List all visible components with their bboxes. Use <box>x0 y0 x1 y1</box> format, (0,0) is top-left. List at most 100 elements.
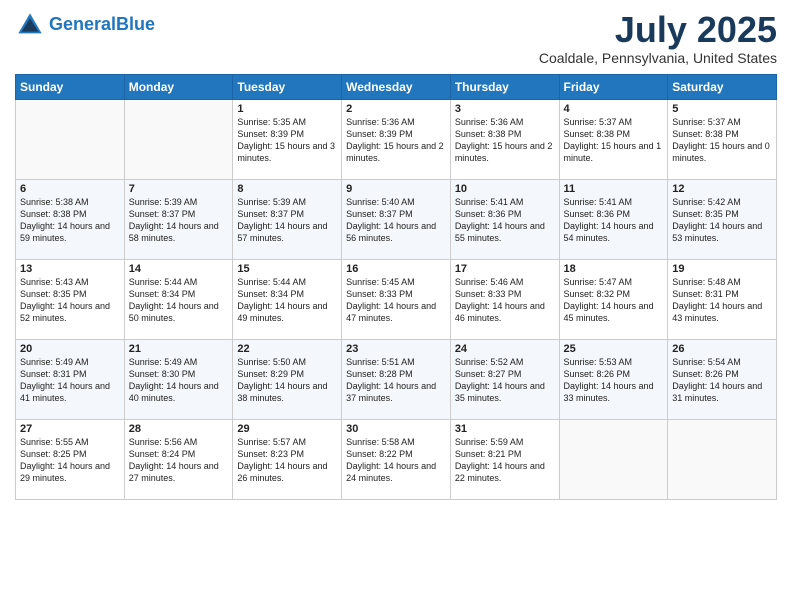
calendar-week: 13Sunrise: 5:43 AMSunset: 8:35 PMDayligh… <box>16 259 777 339</box>
calendar: SundayMondayTuesdayWednesdayThursdayFrid… <box>15 74 777 500</box>
calendar-cell: 29Sunrise: 5:57 AMSunset: 8:23 PMDayligh… <box>233 419 342 499</box>
day-number: 17 <box>455 263 555 275</box>
day-info: Sunrise: 5:39 AMSunset: 8:37 PMDaylight:… <box>129 196 229 245</box>
calendar-cell: 26Sunrise: 5:54 AMSunset: 8:26 PMDayligh… <box>668 339 777 419</box>
day-number: 4 <box>564 103 664 115</box>
day-number: 2 <box>346 103 446 115</box>
calendar-cell: 24Sunrise: 5:52 AMSunset: 8:27 PMDayligh… <box>450 339 559 419</box>
calendar-cell: 23Sunrise: 5:51 AMSunset: 8:28 PMDayligh… <box>342 339 451 419</box>
calendar-cell: 22Sunrise: 5:50 AMSunset: 8:29 PMDayligh… <box>233 339 342 419</box>
day-number: 30 <box>346 423 446 435</box>
day-of-week-header: Saturday <box>668 74 777 99</box>
calendar-cell: 31Sunrise: 5:59 AMSunset: 8:21 PMDayligh… <box>450 419 559 499</box>
day-info: Sunrise: 5:57 AMSunset: 8:23 PMDaylight:… <box>237 436 337 485</box>
day-info: Sunrise: 5:37 AMSunset: 8:38 PMDaylight:… <box>672 116 772 165</box>
day-number: 24 <box>455 343 555 355</box>
logo-icon <box>15 10 45 40</box>
day-number: 26 <box>672 343 772 355</box>
day-of-week-header: Friday <box>559 74 668 99</box>
calendar-cell: 27Sunrise: 5:55 AMSunset: 8:25 PMDayligh… <box>16 419 125 499</box>
calendar-cell: 17Sunrise: 5:46 AMSunset: 8:33 PMDayligh… <box>450 259 559 339</box>
day-info: Sunrise: 5:44 AMSunset: 8:34 PMDaylight:… <box>237 276 337 325</box>
day-number: 13 <box>20 263 120 275</box>
calendar-cell: 2Sunrise: 5:36 AMSunset: 8:39 PMDaylight… <box>342 99 451 179</box>
day-number: 11 <box>564 183 664 195</box>
day-number: 22 <box>237 343 337 355</box>
day-number: 31 <box>455 423 555 435</box>
calendar-cell: 4Sunrise: 5:37 AMSunset: 8:38 PMDaylight… <box>559 99 668 179</box>
calendar-cell: 18Sunrise: 5:47 AMSunset: 8:32 PMDayligh… <box>559 259 668 339</box>
calendar-cell: 20Sunrise: 5:49 AMSunset: 8:31 PMDayligh… <box>16 339 125 419</box>
day-info: Sunrise: 5:55 AMSunset: 8:25 PMDaylight:… <box>20 436 120 485</box>
day-info: Sunrise: 5:59 AMSunset: 8:21 PMDaylight:… <box>455 436 555 485</box>
page: GeneralBlue July 2025 Coaldale, Pennsylv… <box>0 0 792 612</box>
day-number: 14 <box>129 263 229 275</box>
calendar-cell <box>559 419 668 499</box>
header: GeneralBlue July 2025 Coaldale, Pennsylv… <box>15 10 777 66</box>
logo-line2: Blue <box>116 14 155 34</box>
day-info: Sunrise: 5:50 AMSunset: 8:29 PMDaylight:… <box>237 356 337 405</box>
day-number: 20 <box>20 343 120 355</box>
day-of-week-header: Sunday <box>16 74 125 99</box>
month-title: July 2025 <box>539 10 777 50</box>
day-number: 23 <box>346 343 446 355</box>
calendar-cell: 8Sunrise: 5:39 AMSunset: 8:37 PMDaylight… <box>233 179 342 259</box>
day-info: Sunrise: 5:41 AMSunset: 8:36 PMDaylight:… <box>455 196 555 245</box>
location: Coaldale, Pennsylvania, United States <box>539 50 777 66</box>
calendar-cell <box>668 419 777 499</box>
day-info: Sunrise: 5:54 AMSunset: 8:26 PMDaylight:… <box>672 356 772 405</box>
day-info: Sunrise: 5:36 AMSunset: 8:38 PMDaylight:… <box>455 116 555 165</box>
calendar-cell: 30Sunrise: 5:58 AMSunset: 8:22 PMDayligh… <box>342 419 451 499</box>
day-number: 27 <box>20 423 120 435</box>
day-number: 25 <box>564 343 664 355</box>
calendar-cell: 21Sunrise: 5:49 AMSunset: 8:30 PMDayligh… <box>124 339 233 419</box>
calendar-week: 6Sunrise: 5:38 AMSunset: 8:38 PMDaylight… <box>16 179 777 259</box>
day-info: Sunrise: 5:45 AMSunset: 8:33 PMDaylight:… <box>346 276 446 325</box>
day-number: 29 <box>237 423 337 435</box>
day-info: Sunrise: 5:40 AMSunset: 8:37 PMDaylight:… <box>346 196 446 245</box>
day-info: Sunrise: 5:46 AMSunset: 8:33 PMDaylight:… <box>455 276 555 325</box>
calendar-cell: 10Sunrise: 5:41 AMSunset: 8:36 PMDayligh… <box>450 179 559 259</box>
day-number: 16 <box>346 263 446 275</box>
calendar-cell: 13Sunrise: 5:43 AMSunset: 8:35 PMDayligh… <box>16 259 125 339</box>
day-info: Sunrise: 5:37 AMSunset: 8:38 PMDaylight:… <box>564 116 664 165</box>
day-number: 3 <box>455 103 555 115</box>
day-number: 28 <box>129 423 229 435</box>
calendar-cell: 16Sunrise: 5:45 AMSunset: 8:33 PMDayligh… <box>342 259 451 339</box>
day-number: 18 <box>564 263 664 275</box>
calendar-week: 20Sunrise: 5:49 AMSunset: 8:31 PMDayligh… <box>16 339 777 419</box>
day-info: Sunrise: 5:49 AMSunset: 8:30 PMDaylight:… <box>129 356 229 405</box>
day-info: Sunrise: 5:36 AMSunset: 8:39 PMDaylight:… <box>346 116 446 165</box>
calendar-cell: 15Sunrise: 5:44 AMSunset: 8:34 PMDayligh… <box>233 259 342 339</box>
day-info: Sunrise: 5:47 AMSunset: 8:32 PMDaylight:… <box>564 276 664 325</box>
calendar-cell: 19Sunrise: 5:48 AMSunset: 8:31 PMDayligh… <box>668 259 777 339</box>
calendar-cell <box>124 99 233 179</box>
day-number: 10 <box>455 183 555 195</box>
day-info: Sunrise: 5:58 AMSunset: 8:22 PMDaylight:… <box>346 436 446 485</box>
day-number: 9 <box>346 183 446 195</box>
calendar-cell: 6Sunrise: 5:38 AMSunset: 8:38 PMDaylight… <box>16 179 125 259</box>
calendar-cell: 25Sunrise: 5:53 AMSunset: 8:26 PMDayligh… <box>559 339 668 419</box>
day-info: Sunrise: 5:35 AMSunset: 8:39 PMDaylight:… <box>237 116 337 165</box>
day-info: Sunrise: 5:43 AMSunset: 8:35 PMDaylight:… <box>20 276 120 325</box>
day-info: Sunrise: 5:56 AMSunset: 8:24 PMDaylight:… <box>129 436 229 485</box>
day-info: Sunrise: 5:48 AMSunset: 8:31 PMDaylight:… <box>672 276 772 325</box>
day-number: 6 <box>20 183 120 195</box>
logo-text: GeneralBlue <box>49 15 155 35</box>
calendar-cell: 11Sunrise: 5:41 AMSunset: 8:36 PMDayligh… <box>559 179 668 259</box>
day-of-week-header: Tuesday <box>233 74 342 99</box>
calendar-cell: 1Sunrise: 5:35 AMSunset: 8:39 PMDaylight… <box>233 99 342 179</box>
day-number: 8 <box>237 183 337 195</box>
calendar-cell <box>16 99 125 179</box>
calendar-week: 27Sunrise: 5:55 AMSunset: 8:25 PMDayligh… <box>16 419 777 499</box>
day-number: 1 <box>237 103 337 115</box>
day-number: 7 <box>129 183 229 195</box>
header-row: SundayMondayTuesdayWednesdayThursdayFrid… <box>16 74 777 99</box>
day-number: 21 <box>129 343 229 355</box>
day-info: Sunrise: 5:52 AMSunset: 8:27 PMDaylight:… <box>455 356 555 405</box>
logo: GeneralBlue <box>15 10 155 40</box>
title-block: July 2025 Coaldale, Pennsylvania, United… <box>539 10 777 66</box>
day-number: 12 <box>672 183 772 195</box>
calendar-cell: 3Sunrise: 5:36 AMSunset: 8:38 PMDaylight… <box>450 99 559 179</box>
logo-line1: General <box>49 14 116 34</box>
